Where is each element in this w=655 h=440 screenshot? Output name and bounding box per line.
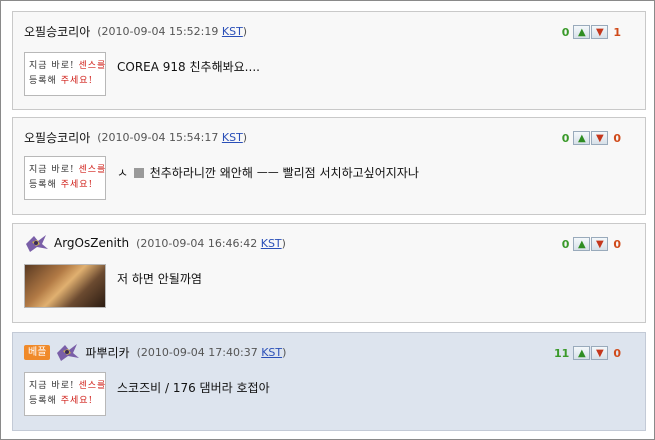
best-badge: 베플 bbox=[24, 344, 51, 360]
comment-header: 베플 파뿌리카 (2010-09-04 17:40:37 KST) bbox=[24, 341, 287, 363]
note-line2-red: 주세요! bbox=[60, 76, 94, 86]
note-line1: 지금 바로! bbox=[29, 61, 79, 71]
redacted-glyph bbox=[133, 168, 144, 178]
comment-item: 오필승코리아 (2010-09-04 15:54:17 KST) 0 ▲ ▼ 0… bbox=[12, 117, 646, 215]
comment-header: 오필승코리아 (2010-09-04 15:54:17 KST) bbox=[24, 129, 247, 145]
vote-box: 11 ▲ ▼ 0 bbox=[554, 346, 621, 360]
date-text: (2010-09-04 15:52:19 bbox=[97, 24, 219, 38]
date-close: ) bbox=[281, 236, 286, 250]
thumbs-up-icon[interactable]: ▲ bbox=[573, 346, 591, 360]
note-line1-red: 센스를 bbox=[78, 381, 106, 391]
vote-box: 0 ▲ ▼ 0 bbox=[562, 131, 621, 145]
up-count: 0 bbox=[561, 237, 570, 251]
comment-text: ㅅ 천추하라니깐 왜안해 ㅡㅡ 빨리점 서치하고싶어지자나 bbox=[117, 164, 419, 181]
comment-item: 오필승코리아 (2010-09-04 15:52:19 KST) 0 ▲ ▼ 1… bbox=[12, 11, 646, 110]
note-line1: 지금 바로! bbox=[29, 381, 79, 391]
thumbs-up-icon[interactable]: ▲ bbox=[573, 131, 591, 145]
date-text: (2010-09-04 16:46:42 bbox=[136, 236, 258, 250]
thumbs-down-icon[interactable]: ▼ bbox=[591, 346, 609, 360]
up-count: 0 bbox=[561, 25, 570, 39]
timezone-link[interactable]: KST bbox=[261, 237, 282, 250]
comment-author[interactable]: ArgOsZenith bbox=[54, 236, 129, 250]
thumbs-down-icon[interactable]: ▼ bbox=[591, 237, 609, 251]
thumbs-down-icon[interactable]: ▼ bbox=[591, 131, 609, 145]
comment-author[interactable]: 오필승코리아 bbox=[24, 23, 90, 40]
thumbs-up-icon[interactable]: ▲ bbox=[573, 25, 591, 39]
race-icon bbox=[24, 232, 50, 254]
comment-text-a: ㅅ bbox=[117, 166, 129, 180]
date-close: ) bbox=[242, 130, 248, 144]
timezone-link[interactable]: KST bbox=[222, 25, 243, 38]
note-line2-red: 주세요! bbox=[60, 396, 94, 406]
up-count: 0 bbox=[561, 131, 570, 145]
comment-item-best: 베플 파뿌리카 (2010-09-04 17:40:37 KST) 11 ▲ ▼… bbox=[12, 332, 646, 431]
timezone-link[interactable]: KST bbox=[261, 346, 282, 359]
note-line2-red: 주세요! bbox=[60, 180, 94, 190]
note-line1-red: 센스를 bbox=[78, 165, 106, 175]
note-line2: 등록해 bbox=[29, 180, 61, 190]
note-line1-red: 센스를 bbox=[78, 61, 106, 71]
handwritten-note-image: 지금 바로! 센스를 등록해 주세요! bbox=[24, 156, 106, 200]
comment-text: 저 하면 안될까염 bbox=[117, 272, 202, 286]
comment-text: 스코즈비 / 176 댐버라 호접아 bbox=[117, 381, 270, 395]
comment-header: ArgOsZenith (2010-09-04 16:46:42 KST) bbox=[24, 232, 286, 254]
note-line2: 등록해 bbox=[29, 396, 61, 406]
comment-date: (2010-09-04 15:52:19 KST) bbox=[97, 25, 247, 38]
comment-author[interactable]: 오필승코리아 bbox=[24, 129, 90, 146]
comment-list: 오필승코리아 (2010-09-04 15:52:19 KST) 0 ▲ ▼ 1… bbox=[0, 0, 655, 440]
comment-author[interactable]: 파뿌리카 bbox=[85, 344, 129, 361]
comment-date: (2010-09-04 15:54:17 KST) bbox=[97, 131, 247, 144]
up-count: 11 bbox=[554, 346, 570, 360]
down-count: 0 bbox=[613, 237, 621, 251]
note-line2: 등록해 bbox=[29, 76, 61, 86]
date-close: ) bbox=[242, 24, 248, 38]
comment-text-b: 천추하라니깐 왜안해 ㅡㅡ 빨리점 서치하고싶어지자나 bbox=[149, 166, 419, 180]
thumbs-up-icon[interactable]: ▲ bbox=[573, 237, 591, 251]
handwritten-note-image: 지금 바로! 센스를 등록해 주세요! bbox=[24, 372, 106, 416]
comment-text: COREA 918 친추해봐요.... bbox=[117, 60, 260, 74]
comment-date: (2010-09-04 16:46:42 KST) bbox=[136, 237, 286, 250]
vote-box: 0 ▲ ▼ 0 bbox=[562, 237, 621, 251]
comment-header: 오필승코리아 (2010-09-04 15:52:19 KST) bbox=[24, 23, 247, 39]
race-icon bbox=[55, 341, 81, 363]
date-text: (2010-09-04 17:40:37 bbox=[136, 345, 258, 359]
timezone-link[interactable]: KST bbox=[222, 131, 243, 144]
user-photo bbox=[24, 264, 106, 308]
down-count: 0 bbox=[613, 346, 621, 360]
comment-date: (2010-09-04 17:40:37 KST) bbox=[137, 346, 287, 359]
note-line1: 지금 바로! bbox=[29, 165, 79, 175]
down-count: 0 bbox=[613, 131, 621, 145]
comment-item: ArgOsZenith (2010-09-04 16:46:42 KST) 0 … bbox=[12, 223, 646, 323]
vote-box: 0 ▲ ▼ 1 bbox=[562, 25, 621, 39]
down-count: 1 bbox=[613, 25, 621, 39]
thumbs-down-icon[interactable]: ▼ bbox=[591, 25, 609, 39]
handwritten-note-image: 지금 바로! 센스를 등록해 주세요! bbox=[24, 52, 106, 96]
date-text: (2010-09-04 15:54:17 bbox=[97, 130, 219, 144]
date-close: ) bbox=[282, 345, 287, 359]
